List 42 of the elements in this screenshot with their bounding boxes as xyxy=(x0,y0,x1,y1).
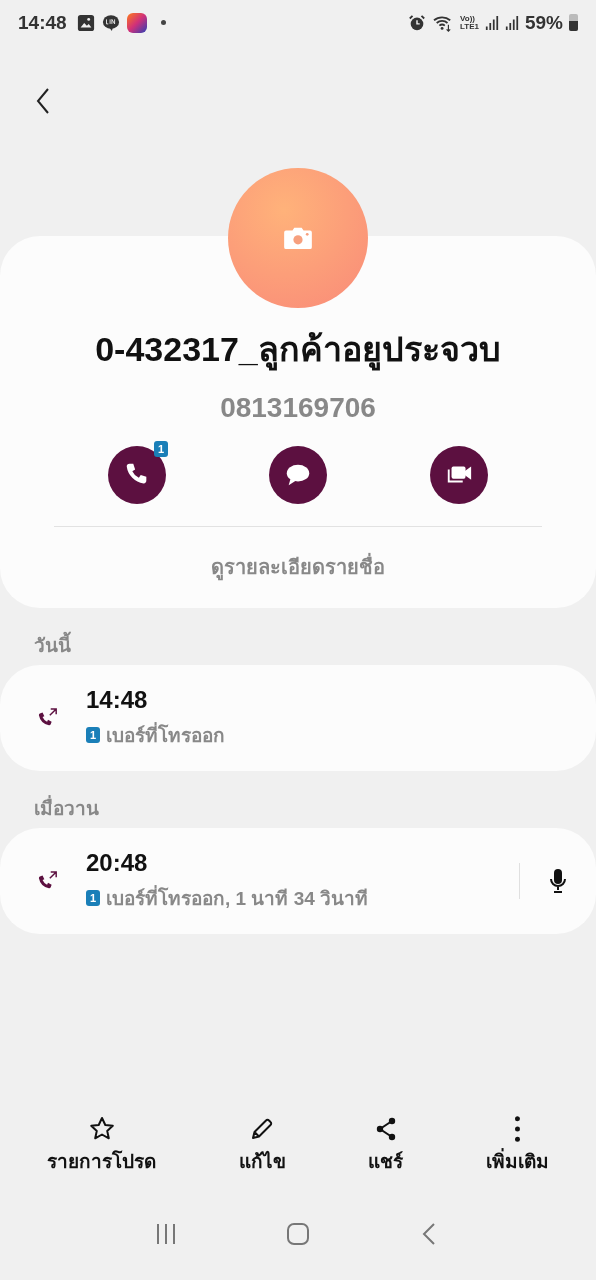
call-time: 20:48 xyxy=(86,849,149,877)
call-description: เบอร์ที่โทรออก, 1 นาที 34 วินาที xyxy=(106,883,369,913)
sim-badge: 1 xyxy=(86,890,100,906)
more-icon xyxy=(514,1116,520,1142)
video-button[interactable] xyxy=(430,446,488,504)
outgoing-call-icon xyxy=(36,708,60,728)
chat-bubble-icon xyxy=(100,13,121,32)
section-heading: วันนี้ xyxy=(0,608,596,665)
signal-icon xyxy=(484,14,499,31)
app-icon xyxy=(126,12,147,33)
call-log-entry[interactable]: 14:48 1 เบอร์ที่โทรออก xyxy=(0,665,596,771)
edit-button[interactable]: แก้ไข xyxy=(230,1116,294,1196)
call-description: เบอร์ที่โทรออก xyxy=(106,720,225,750)
sim-badge: 1 xyxy=(154,441,168,457)
phone-number: 0813169706 xyxy=(220,392,376,424)
call-log-entry[interactable]: 20:48 1 เบอร์ที่โทรออก, 1 นาที 34 วินาที xyxy=(0,828,596,934)
call-time: 14:48 xyxy=(86,686,149,714)
message-button[interactable] xyxy=(269,446,327,504)
alarm-icon xyxy=(408,13,426,32)
back-icon[interactable] xyxy=(36,88,50,114)
battery-icon xyxy=(569,14,578,31)
clock-time: 14:48 xyxy=(18,11,67,34)
star-icon xyxy=(88,1116,115,1142)
outgoing-call-icon xyxy=(36,871,60,891)
favorite-button[interactable]: รายการโปรด xyxy=(39,1116,165,1196)
microphone-icon[interactable] xyxy=(548,868,568,894)
dot-icon xyxy=(160,20,166,25)
volte-label: Vo)) xyxy=(460,14,475,23)
sim-badge: 1 xyxy=(86,727,100,743)
call-button[interactable] xyxy=(108,446,166,504)
battery-percent: 59% xyxy=(524,11,563,34)
camera-icon xyxy=(283,226,313,250)
more-button[interactable]: เพิ่มเติม xyxy=(477,1116,557,1196)
section-heading: เมื่อวาน xyxy=(0,771,596,828)
image-icon xyxy=(76,13,95,32)
network-label: LTE1 xyxy=(460,22,479,31)
recent-apps-icon[interactable] xyxy=(154,1222,178,1246)
contact-name: 0-432317_ลูกค้าอยูประจวบ xyxy=(95,322,501,376)
signal-icon xyxy=(504,14,519,31)
wifi-icon xyxy=(432,13,454,32)
home-icon[interactable] xyxy=(286,1222,310,1246)
share-button[interactable]: แชร์ xyxy=(360,1116,412,1196)
